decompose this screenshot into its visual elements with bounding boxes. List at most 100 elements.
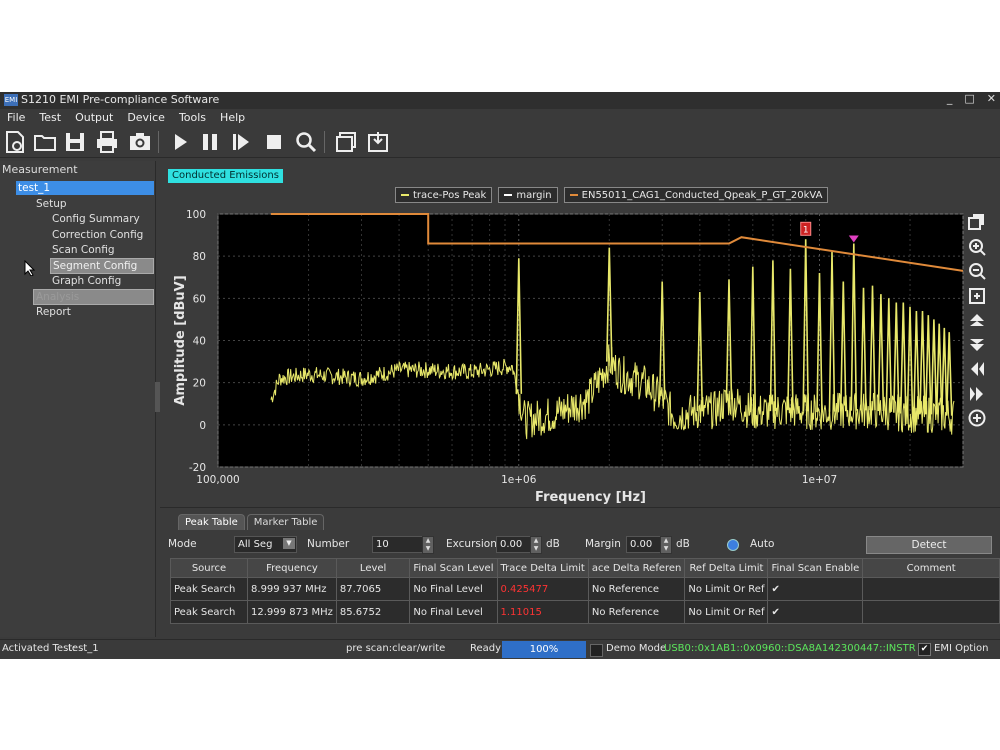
demo-mode-checkbox[interactable] bbox=[590, 644, 603, 657]
y-tick-label: 20 bbox=[193, 378, 206, 390]
tree-item-scan-config[interactable]: Scan Config bbox=[52, 243, 115, 257]
column-header[interactable]: Comment bbox=[862, 558, 1000, 578]
tab-peak-table[interactable]: Peak Table bbox=[178, 514, 245, 530]
final-scan-enable-checkbox[interactable]: ✔ bbox=[767, 600, 864, 624]
pan-right-icon[interactable] bbox=[968, 385, 986, 403]
tree-item-setup[interactable]: Setup bbox=[36, 197, 67, 211]
margin-label: Margin bbox=[585, 538, 621, 550]
margin-stepper[interactable]: ▲ ▼ bbox=[660, 536, 672, 554]
emi-app-icon: EMI bbox=[4, 94, 18, 106]
column-header[interactable]: ace Delta Referen bbox=[587, 558, 686, 578]
fit-icon[interactable] bbox=[968, 287, 986, 305]
pause-icon[interactable] bbox=[197, 129, 223, 155]
zoom-out-icon[interactable] bbox=[968, 262, 986, 280]
close-button[interactable]: ✕ bbox=[987, 92, 996, 109]
toolbar-separator bbox=[158, 131, 159, 153]
search-icon[interactable] bbox=[293, 129, 319, 155]
tree-item-config-summary[interactable]: Config Summary bbox=[52, 212, 140, 226]
x-tick-label: 1e+06 bbox=[501, 474, 537, 486]
column-header[interactable]: Trace Delta Limit bbox=[496, 558, 589, 578]
column-header[interactable]: Ref Delta Limit bbox=[684, 558, 769, 578]
window-icon[interactable] bbox=[333, 129, 359, 155]
margin-field[interactable]: 0.00 bbox=[626, 536, 661, 553]
detect-button[interactable]: Detect bbox=[866, 536, 992, 554]
tree-item-correction-config[interactable]: Correction Config bbox=[52, 228, 143, 242]
menu-file[interactable]: File bbox=[0, 109, 32, 127]
number-stepper[interactable]: ▲ ▼ bbox=[422, 536, 434, 554]
excursion-stepper[interactable]: ▲ ▼ bbox=[530, 536, 542, 554]
table-cell: No Limit Or Ref bbox=[684, 600, 769, 624]
y-tick-label: 100 bbox=[186, 209, 206, 221]
copy-icon[interactable] bbox=[968, 213, 986, 231]
table-cell: No Final Level bbox=[409, 577, 498, 601]
tree-item-report[interactable]: Report bbox=[36, 305, 71, 319]
menu-device[interactable]: Device bbox=[120, 109, 172, 127]
maximize-button[interactable]: □ bbox=[964, 92, 974, 109]
menu-help[interactable]: Help bbox=[213, 109, 252, 127]
number-label: Number bbox=[307, 538, 350, 550]
column-header[interactable]: Level bbox=[335, 558, 411, 578]
print-icon[interactable] bbox=[94, 129, 120, 155]
usb-address: USB0::0x1AB1::0x0960::DSA8A142300447::IN… bbox=[664, 643, 916, 654]
title-bar: EMI S1210 EMI Pre-compliance Software _ … bbox=[0, 92, 1000, 109]
emi-option-label: EMI Option bbox=[934, 643, 989, 654]
open-folder-icon[interactable] bbox=[32, 129, 58, 155]
auto-radio[interactable] bbox=[727, 539, 739, 551]
mode-select[interactable]: All Seg ▼ bbox=[234, 536, 297, 553]
minimize-button[interactable]: _ bbox=[947, 92, 953, 109]
column-header[interactable]: Final Scan Enable bbox=[767, 558, 864, 578]
window-title: S1210 EMI Pre-compliance Software bbox=[21, 93, 220, 106]
table-cell: Peak Search bbox=[169, 600, 249, 624]
pan-up-icon[interactable] bbox=[968, 311, 986, 329]
export-icon[interactable] bbox=[365, 129, 391, 155]
table-row[interactable]: Peak Search 8.999 937 MHz 87.7065 No Fin… bbox=[169, 577, 1000, 601]
tree-item-graph-config[interactable]: Graph Config bbox=[52, 274, 121, 288]
menu-bar: File Test Output Device Tools Help bbox=[0, 109, 1000, 127]
tab-marker-table[interactable]: Marker Table bbox=[246, 514, 325, 530]
table-cell: 12.999 873 MHz bbox=[247, 600, 337, 624]
y-axis-label: Amplitude [dBuV] bbox=[173, 275, 188, 405]
excursion-field[interactable]: 0.00 bbox=[496, 536, 531, 553]
number-field[interactable]: 10 bbox=[372, 536, 423, 553]
y-tick-label: 80 bbox=[193, 251, 206, 263]
save-icon[interactable] bbox=[62, 129, 88, 155]
table-cell[interactable] bbox=[862, 577, 1000, 601]
table-cell: No Limit Or Ref bbox=[684, 577, 769, 601]
pan-down-icon[interactable] bbox=[968, 336, 986, 354]
column-header[interactable]: Source bbox=[169, 558, 249, 578]
step-icon[interactable] bbox=[228, 129, 254, 155]
column-header[interactable]: Final Scan Level bbox=[409, 558, 498, 578]
add-icon[interactable] bbox=[968, 409, 986, 427]
pan-left-icon[interactable] bbox=[968, 360, 986, 378]
menu-test[interactable]: Test bbox=[32, 109, 68, 127]
stop-icon[interactable] bbox=[261, 129, 287, 155]
table-cell: No Reference bbox=[587, 577, 686, 601]
toolbar-separator bbox=[324, 131, 325, 153]
table-cell[interactable] bbox=[862, 600, 1000, 624]
menu-tools[interactable]: Tools bbox=[172, 109, 213, 127]
tree-item-test[interactable]: test_1 bbox=[16, 181, 154, 195]
table-row[interactable]: Peak Search 12.999 873 MHz 85.6752 No Fi… bbox=[169, 600, 1000, 624]
camera-icon[interactable] bbox=[127, 129, 153, 155]
y-tick-label: 40 bbox=[193, 336, 206, 348]
column-header[interactable]: Frequency bbox=[247, 558, 337, 578]
emi-option-checkbox[interactable]: ✔ bbox=[918, 643, 931, 656]
tab-conducted-emissions[interactable]: Conducted Emissions bbox=[168, 169, 283, 183]
peak-table-panel: Peak Table Marker Table Mode All Seg ▼ Nu… bbox=[160, 507, 1000, 638]
play-icon[interactable] bbox=[167, 129, 193, 155]
prescan-status: pre scan:clear/write bbox=[346, 643, 446, 654]
plot-area: Conducted Emissions trace-Pos Peak margi… bbox=[160, 161, 1000, 638]
y-tick-label: 0 bbox=[199, 420, 206, 432]
tree-item-analysis[interactable]: Analysis bbox=[33, 289, 154, 305]
progress-bar: 100% bbox=[502, 641, 586, 658]
final-scan-enable-checkbox[interactable]: ✔ bbox=[767, 577, 864, 601]
chevron-down-icon: ▼ bbox=[283, 538, 295, 549]
app-window: EMI S1210 EMI Pre-compliance Software _ … bbox=[0, 92, 1000, 659]
menu-output[interactable]: Output bbox=[68, 109, 120, 127]
ready-status: Ready bbox=[470, 643, 502, 654]
new-test-icon[interactable] bbox=[2, 129, 28, 155]
tree-item-segment-config[interactable]: Segment Config bbox=[50, 258, 154, 274]
zoom-in-icon[interactable] bbox=[968, 238, 986, 256]
emissions-chart[interactable]: 100 80 60 40 20 0 -20100,000 1e+06 1e+07 Frequenc… bbox=[160, 201, 965, 506]
table-cell: 87.7065 bbox=[335, 577, 411, 601]
